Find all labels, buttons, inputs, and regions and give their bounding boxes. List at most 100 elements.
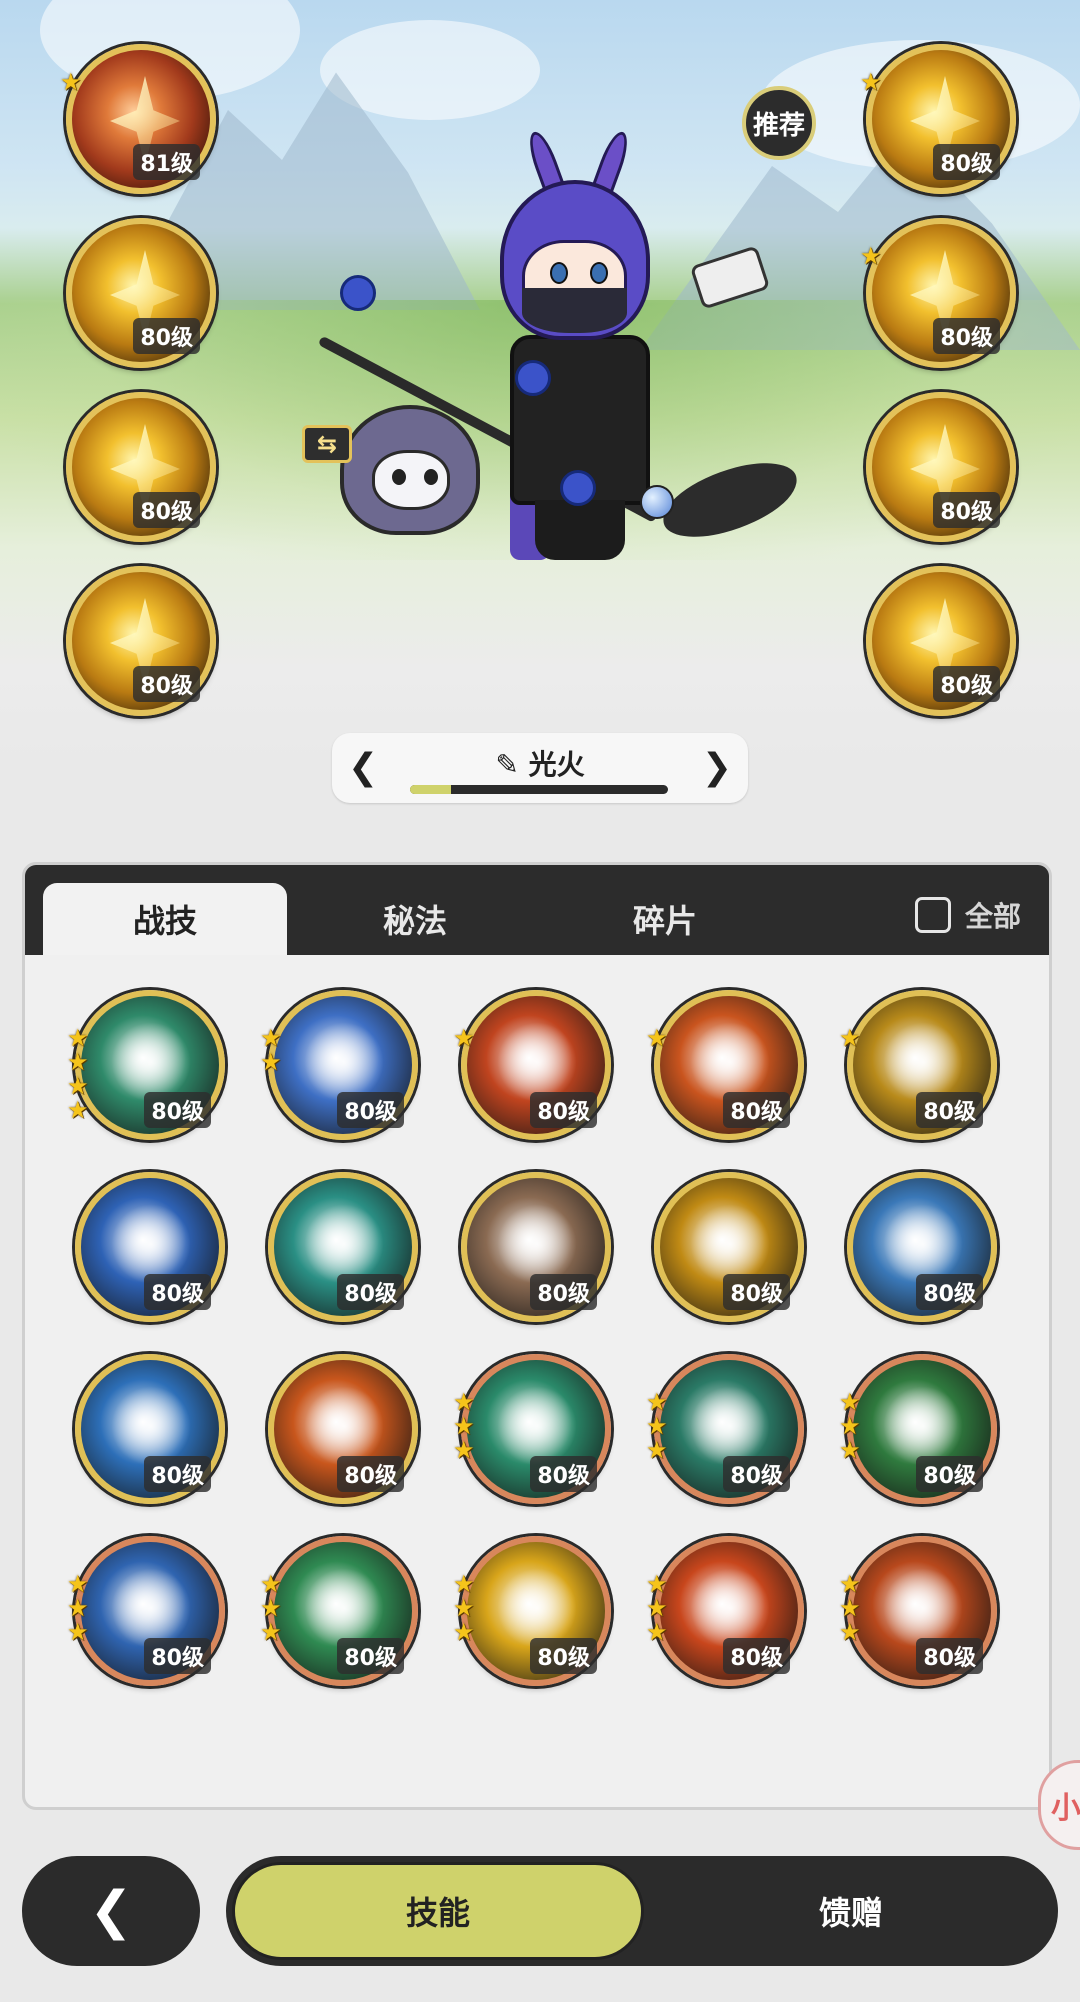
pet-companion[interactable] <box>340 395 480 560</box>
equipped-skill-right-1[interactable]: 80级 ★ <box>860 44 1016 194</box>
star-icon: ★ <box>260 1024 282 1052</box>
equipped-skill-right-2[interactable]: 80级 ★ <box>860 218 1016 368</box>
character-scene: 81级 ★ 80级 80级 80级 80级 ★ 80级 ★ 80级 80级 推荐 ⇆ <box>0 0 1080 760</box>
star-icon: ★ <box>646 1024 668 1052</box>
skill-level: 80级 <box>144 1092 211 1128</box>
star-icon: ★ <box>646 1412 668 1440</box>
skill-art <box>111 1204 191 1284</box>
equipped-skill-left-2[interactable]: 80级 <box>66 218 216 368</box>
preset-name-row[interactable]: ✎ 光火 <box>332 743 748 783</box>
star-icon: ★ <box>453 1570 475 1598</box>
back-button[interactable]: ❮ <box>22 1856 200 1966</box>
skill-level: 80级 <box>723 1092 790 1128</box>
skill-level: 80级 <box>144 1274 211 1310</box>
skill-level: 80级 <box>723 1638 790 1674</box>
skill-art <box>690 1204 770 1284</box>
scroll-icon <box>689 245 771 310</box>
star-icon: ★ <box>646 1594 668 1622</box>
star-rating: ★ ★ ★ <box>260 1572 282 1644</box>
preset-progress-bar <box>410 785 668 794</box>
skill-art <box>497 1386 577 1466</box>
show-all-checkbox[interactable] <box>914 897 951 933</box>
skill-card[interactable]: 80级 <box>461 1172 611 1322</box>
star-icon: ★ <box>839 1436 861 1464</box>
skill-art <box>690 1022 770 1102</box>
star-icon: ★ <box>60 68 82 96</box>
star-icon: ★ <box>646 1388 668 1416</box>
skill-card[interactable]: 80级 ★ ★ <box>260 990 418 1140</box>
tab-secret-arts[interactable]: 秘法 <box>293 883 537 955</box>
show-all-toggle[interactable]: 全部 <box>914 895 1021 935</box>
star-icon: ★ <box>453 1618 475 1646</box>
star-icon: ★ <box>260 1048 282 1076</box>
skill-level: 80级 <box>916 1274 983 1310</box>
skill-card[interactable]: 80级 ★ ★ ★ <box>453 1536 611 1686</box>
star-icon: ★ <box>839 1412 861 1440</box>
skill-card[interactable]: 80级 ★ <box>453 990 611 1140</box>
skill-card[interactable]: 80级 ★ ★ ★ <box>646 1536 804 1686</box>
tab-skills[interactable]: 技能 <box>232 1862 644 1960</box>
skill-card[interactable]: 80级 ★ ★ ★ <box>839 1536 997 1686</box>
star-icon: ★ <box>453 1594 475 1622</box>
skill-art <box>883 1386 963 1466</box>
tab-fragments[interactable]: 碎片 <box>543 883 787 955</box>
skill-level: 80级 <box>530 1092 597 1128</box>
star-rating: ★ ★ ★ <box>453 1390 475 1462</box>
skill-art <box>304 1568 384 1648</box>
star-icon: ★ <box>453 1436 475 1464</box>
next-preset-button[interactable]: ❯ <box>702 743 732 793</box>
skill-card[interactable]: 80级 <box>75 1172 225 1322</box>
equipped-skill-left-3[interactable]: 80级 <box>66 392 216 542</box>
star-icon: ★ <box>839 1024 861 1052</box>
star-icon: ★ <box>67 1024 89 1052</box>
star-icon: ★ <box>453 1024 475 1052</box>
skill-card[interactable]: 80级 <box>75 1354 225 1504</box>
skill-art <box>883 1568 963 1648</box>
star-rating: ★ ★ ★ <box>67 1572 89 1644</box>
star-icon: ★ <box>646 1618 668 1646</box>
equipped-skill-left-4[interactable]: 80级 <box>66 566 216 716</box>
skill-card[interactable]: 80级 <box>268 1172 418 1322</box>
skill-art <box>497 1022 577 1102</box>
skill-level: 80级 <box>337 1274 404 1310</box>
skill-panel: 战技 秘法 碎片 全部 80级 ★ ★ ★ ★ 80级 ★ ★ 80级 ★ 80级 ★ 80级 ★ 80级 8… <box>22 862 1052 1810</box>
skill-card[interactable]: 80级 ★ <box>839 990 997 1140</box>
skill-card[interactable]: 80级 <box>847 1172 997 1322</box>
skill-card[interactable]: 80级 ★ ★ ★ <box>646 1354 804 1504</box>
skill-card[interactable]: 80级 <box>654 1172 804 1322</box>
skill-card[interactable]: 80级 ★ ★ ★ <box>453 1354 611 1504</box>
skill-art <box>304 1022 384 1102</box>
star-rating: ★ <box>839 1026 861 1050</box>
skill-level: 80级 <box>723 1274 790 1310</box>
skill-level: 80级 <box>933 144 1000 180</box>
tab-gifts[interactable]: 馈赠 <box>646 1862 1056 1960</box>
edit-icon[interactable]: ✎ <box>495 748 518 781</box>
star-rating: ★ ★ ★ <box>646 1572 668 1644</box>
skill-tabbar: 战技 秘法 碎片 全部 <box>25 865 1049 955</box>
equipped-skill-right-4[interactable]: 80级 <box>866 566 1016 716</box>
skill-card[interactable]: 80级 ★ <box>646 990 804 1140</box>
star-icon: ★ <box>67 1594 89 1622</box>
skill-art <box>690 1386 770 1466</box>
star-icon: ★ <box>646 1436 668 1464</box>
swap-pet-icon[interactable]: ⇆ <box>302 425 352 463</box>
skill-art <box>497 1568 577 1648</box>
star-rating: ★ <box>453 1026 475 1050</box>
equipped-skill-right-3[interactable]: 80级 <box>866 392 1016 542</box>
skill-level: 80级 <box>916 1092 983 1128</box>
skill-level: 80级 <box>933 492 1000 528</box>
preset-name: 光火 <box>528 748 585 781</box>
star-icon: ★ <box>453 1412 475 1440</box>
preset-progress-fill <box>410 785 452 794</box>
tab-combat-skills[interactable]: 战技 <box>43 883 287 955</box>
skill-card[interactable]: 80级 ★ ★ ★ <box>839 1354 997 1504</box>
show-all-label: 全部 <box>964 900 1021 933</box>
skill-card[interactable]: 80级 ★ ★ ★ ★ <box>67 990 225 1140</box>
skill-level: 80级 <box>133 666 200 702</box>
skill-card[interactable]: 80级 ★ ★ ★ <box>67 1536 225 1686</box>
star-icon: ★ <box>839 1618 861 1646</box>
equipped-skill-left-1[interactable]: 81级 ★ <box>60 44 216 194</box>
skill-level: 80级 <box>337 1092 404 1128</box>
skill-card[interactable]: 80级 <box>268 1354 418 1504</box>
skill-card[interactable]: 80级 ★ ★ ★ <box>260 1536 418 1686</box>
